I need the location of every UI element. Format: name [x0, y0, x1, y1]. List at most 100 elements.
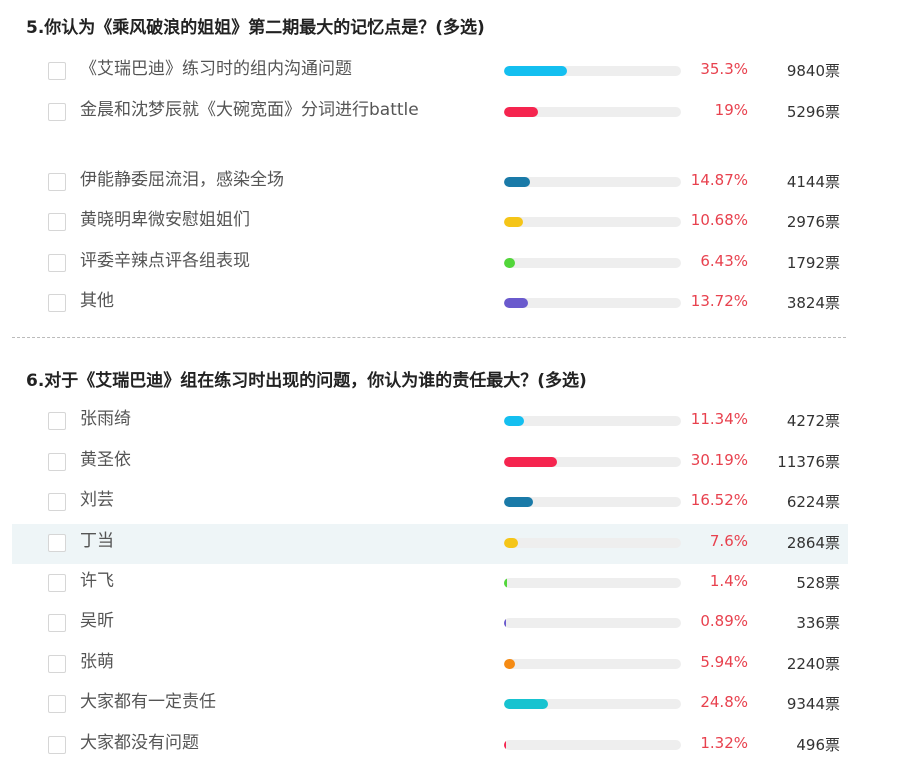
progress-bar-track [504, 298, 681, 308]
option-checkbox[interactable] [48, 655, 66, 673]
option-label: 《艾瑞巴迪》练习时的组内沟通问题 [80, 59, 352, 79]
option-checkbox[interactable] [48, 412, 66, 430]
option-row[interactable]: 黄圣依 30.19% 11376票 [12, 443, 848, 483]
option-votes: 9840票 [786, 62, 840, 80]
question-5: 5.你认为《乘风破浪的姐姐》第二期最大的记忆点是？(多选) 《艾瑞巴迪》练习时的… [12, 0, 848, 337]
option-row[interactable]: 伊能静委屈流泪，感染全场 14.87% 4144票 [12, 163, 848, 197]
option-percent: 1.4% [709, 572, 748, 590]
progress-bar-track [504, 659, 681, 669]
progress-bar-track [504, 416, 681, 426]
progress-bar-fill [504, 578, 507, 588]
progress-bar-track [504, 699, 681, 709]
option-row[interactable]: 张雨绮 11.34% 4272票 [12, 402, 848, 442]
option-votes: 3824票 [786, 294, 840, 312]
option-percent: 6.43% [700, 252, 748, 270]
option-label: 大家都没有问题 [80, 733, 199, 753]
option-votes: 528票 [796, 574, 840, 592]
option-row[interactable]: 其他 13.72% 3824票 [12, 284, 848, 318]
progress-bar-track [504, 578, 681, 588]
progress-bar-track [504, 457, 681, 467]
progress-bar-track [504, 497, 681, 507]
option-checkbox[interactable] [48, 453, 66, 471]
progress-bar-fill [504, 177, 531, 187]
progress-bar-fill [504, 416, 525, 426]
option-checkbox[interactable] [48, 294, 66, 312]
progress-bar-track [504, 258, 681, 268]
option-percent: 10.68% [690, 211, 748, 229]
option-label: 吴昕 [80, 611, 114, 631]
option-row[interactable]: 许飞 1.4% 528票 [12, 564, 848, 604]
option-votes: 4144票 [786, 173, 840, 191]
progress-bar-fill [504, 298, 529, 308]
option-row[interactable]: 金晨和沈梦辰就《大碗宽面》分词进行battle 19% 5296票 [12, 93, 848, 159]
progress-bar-track [504, 740, 681, 750]
progress-bar-track [504, 66, 681, 76]
option-checkbox[interactable] [48, 695, 66, 713]
option-label: 大家都有一定责任 [80, 692, 216, 712]
option-checkbox[interactable] [48, 213, 66, 231]
option-votes: 496票 [796, 736, 840, 754]
question-title: 5.你认为《乘风破浪的姐姐》第二期最大的记忆点是？(多选) [26, 18, 485, 38]
option-checkbox[interactable] [48, 103, 66, 121]
option-votes: 1792票 [786, 254, 840, 272]
option-votes: 2240票 [786, 655, 840, 673]
option-votes: 336票 [796, 614, 840, 632]
option-row[interactable]: 黄晓明卑微安慰姐姐们 10.68% 2976票 [12, 203, 848, 237]
progress-bar-track [504, 217, 681, 227]
option-row[interactable]: 大家都没有问题 1.32% 496票 [12, 726, 848, 766]
option-checkbox[interactable] [48, 534, 66, 552]
progress-bar-track [504, 538, 681, 548]
option-checkbox[interactable] [48, 493, 66, 511]
option-label: 其他 [80, 291, 114, 311]
progress-bar-fill [504, 497, 534, 507]
option-percent: 5.94% [700, 653, 748, 671]
progress-bar-fill [504, 740, 507, 750]
option-votes: 2864票 [786, 534, 840, 552]
progress-bar-fill [504, 618, 506, 628]
option-label: 张萌 [80, 652, 114, 672]
progress-bar-fill [504, 66, 567, 76]
progress-bar-fill [504, 538, 518, 548]
option-checkbox[interactable] [48, 574, 66, 592]
option-percent: 35.3% [700, 60, 748, 78]
question-6: 6.对于《艾瑞巴迪》组在练习时出现的问题，你认为谁的责任最大？(多选) 张雨绮 1… [12, 338, 848, 766]
option-label: 黄圣依 [80, 450, 131, 470]
progress-bar-track [504, 177, 681, 187]
option-label: 评委辛辣点评各组表现 [80, 251, 250, 271]
option-percent: 0.89% [700, 612, 748, 630]
option-row[interactable]: 刘芸 16.52% 6224票 [12, 483, 848, 523]
option-label: 金晨和沈梦辰就《大碗宽面》分词进行battle [80, 100, 419, 120]
option-percent: 16.52% [690, 491, 748, 509]
progress-bar-track [504, 107, 681, 117]
option-votes: 9344票 [786, 695, 840, 713]
option-checkbox[interactable] [48, 736, 66, 754]
option-label: 丁当 [80, 531, 114, 551]
option-percent: 19% [714, 101, 748, 119]
option-row[interactable]: 大家都有一定责任 24.8% 9344票 [12, 685, 848, 725]
progress-bar-fill [504, 699, 548, 709]
option-row[interactable]: 吴昕 0.89% 336票 [12, 604, 848, 644]
progress-bar-fill [504, 659, 515, 669]
option-row[interactable]: 《艾瑞巴迪》练习时的组内沟通问题 35.3% 9840票 [12, 52, 848, 86]
option-label: 许飞 [80, 571, 114, 591]
progress-bar-fill [504, 217, 523, 227]
progress-bar-fill [504, 258, 516, 268]
option-percent: 7.6% [709, 532, 748, 550]
option-checkbox[interactable] [48, 173, 66, 191]
option-row[interactable]: 丁当 7.6% 2864票 [12, 524, 848, 564]
option-percent: 11.34% [690, 410, 748, 428]
option-percent: 13.72% [690, 292, 748, 310]
option-votes: 6224票 [786, 493, 840, 511]
progress-bar-fill [504, 457, 558, 467]
option-checkbox[interactable] [48, 254, 66, 272]
option-checkbox[interactable] [48, 62, 66, 80]
option-percent: 1.32% [700, 734, 748, 752]
option-row[interactable]: 张萌 5.94% 2240票 [12, 645, 848, 685]
option-row[interactable]: 评委辛辣点评各组表现 6.43% 1792票 [12, 244, 848, 278]
option-votes: 5296票 [786, 103, 840, 121]
progress-bar-fill [504, 107, 538, 117]
option-label: 刘芸 [80, 490, 114, 510]
option-percent: 14.87% [690, 171, 748, 189]
option-checkbox[interactable] [48, 614, 66, 632]
option-votes: 2976票 [786, 213, 840, 231]
